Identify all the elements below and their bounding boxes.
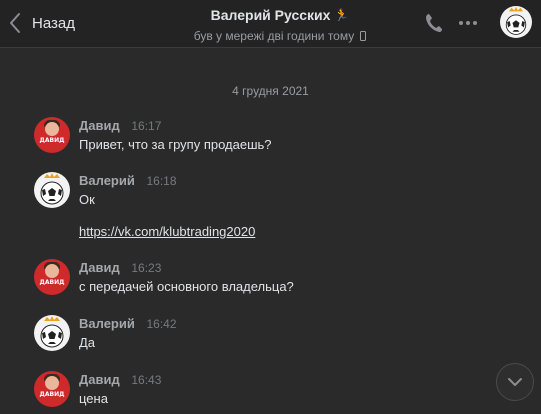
avatar-label: ДАВИД [39,391,65,398]
avatar[interactable] [34,315,70,351]
message-text: Привет, что за групу продаешь? [79,137,272,152]
back-button[interactable]: Назад [8,10,75,36]
message-header: Давид 16:23 [79,260,161,275]
avatar[interactable] [34,172,70,208]
message-text: Ок [79,192,95,207]
mobile-icon [360,31,367,41]
scroll-down-button[interactable] [496,363,534,401]
phone-icon[interactable] [424,12,444,34]
message-time: 16:43 [131,373,162,387]
contact-name: Валерий Русских [210,7,331,23]
message-header: Давид 16:17 [79,118,161,133]
soccer-ball-avatar-icon [40,316,64,348]
chat-title-area[interactable]: Валерий Русских 🏃 був у мережі дві годин… [150,7,410,43]
message-header: Валерий 16:42 [79,316,177,331]
vk-link[interactable]: https://vk.com/klubtrading2020 [79,224,255,239]
sender-name[interactable]: Давид [79,372,120,387]
avatar-label: ДАВИД [39,279,65,286]
sender-name[interactable]: Давид [79,260,120,275]
message-text: с передачей основного владельца? [79,279,294,294]
avatar[interactable]: ДАВИД [34,117,70,153]
message-header: Валерий 16:18 [79,173,177,188]
back-label: Назад [32,14,75,32]
chevron-left-icon [10,13,20,33]
avatar[interactable]: ДАВИД [34,259,70,295]
sender-name[interactable]: Валерий [79,173,135,188]
status-text: був у мережі дві години тому [193,29,355,43]
date-separator: 4 грудня 2021 [232,84,309,98]
last-seen-status: був у мережі дві години тому [150,29,410,43]
sender-name[interactable]: Давид [79,118,120,133]
message-time: 16:42 [146,317,177,331]
message-link: https://vk.com/klubtrading2020 [79,224,255,239]
message-time: 16:18 [146,174,177,188]
message-header: Давид 16:43 [79,372,161,387]
chat-header: Назад Валерий Русских 🏃 був у мережі дві… [0,0,541,48]
message-text: Да [79,335,96,350]
chevron-down-icon [508,378,522,386]
message-time: 16:23 [131,261,162,275]
message-text: цена [79,391,108,406]
chat-title: Валерий Русских 🏃 [211,7,350,23]
contact-avatar[interactable] [500,6,532,38]
runner-emoji-icon: 🏃 [334,8,350,22]
more-icon[interactable] [459,13,483,33]
soccer-ball-avatar-icon [40,173,64,205]
message-time: 16:17 [131,119,162,133]
sender-name[interactable]: Валерий [79,316,135,331]
soccer-ball-avatar-icon [505,6,527,35]
avatar[interactable]: ДАВИД [34,371,70,407]
avatar-label: ДАВИД [39,137,65,144]
